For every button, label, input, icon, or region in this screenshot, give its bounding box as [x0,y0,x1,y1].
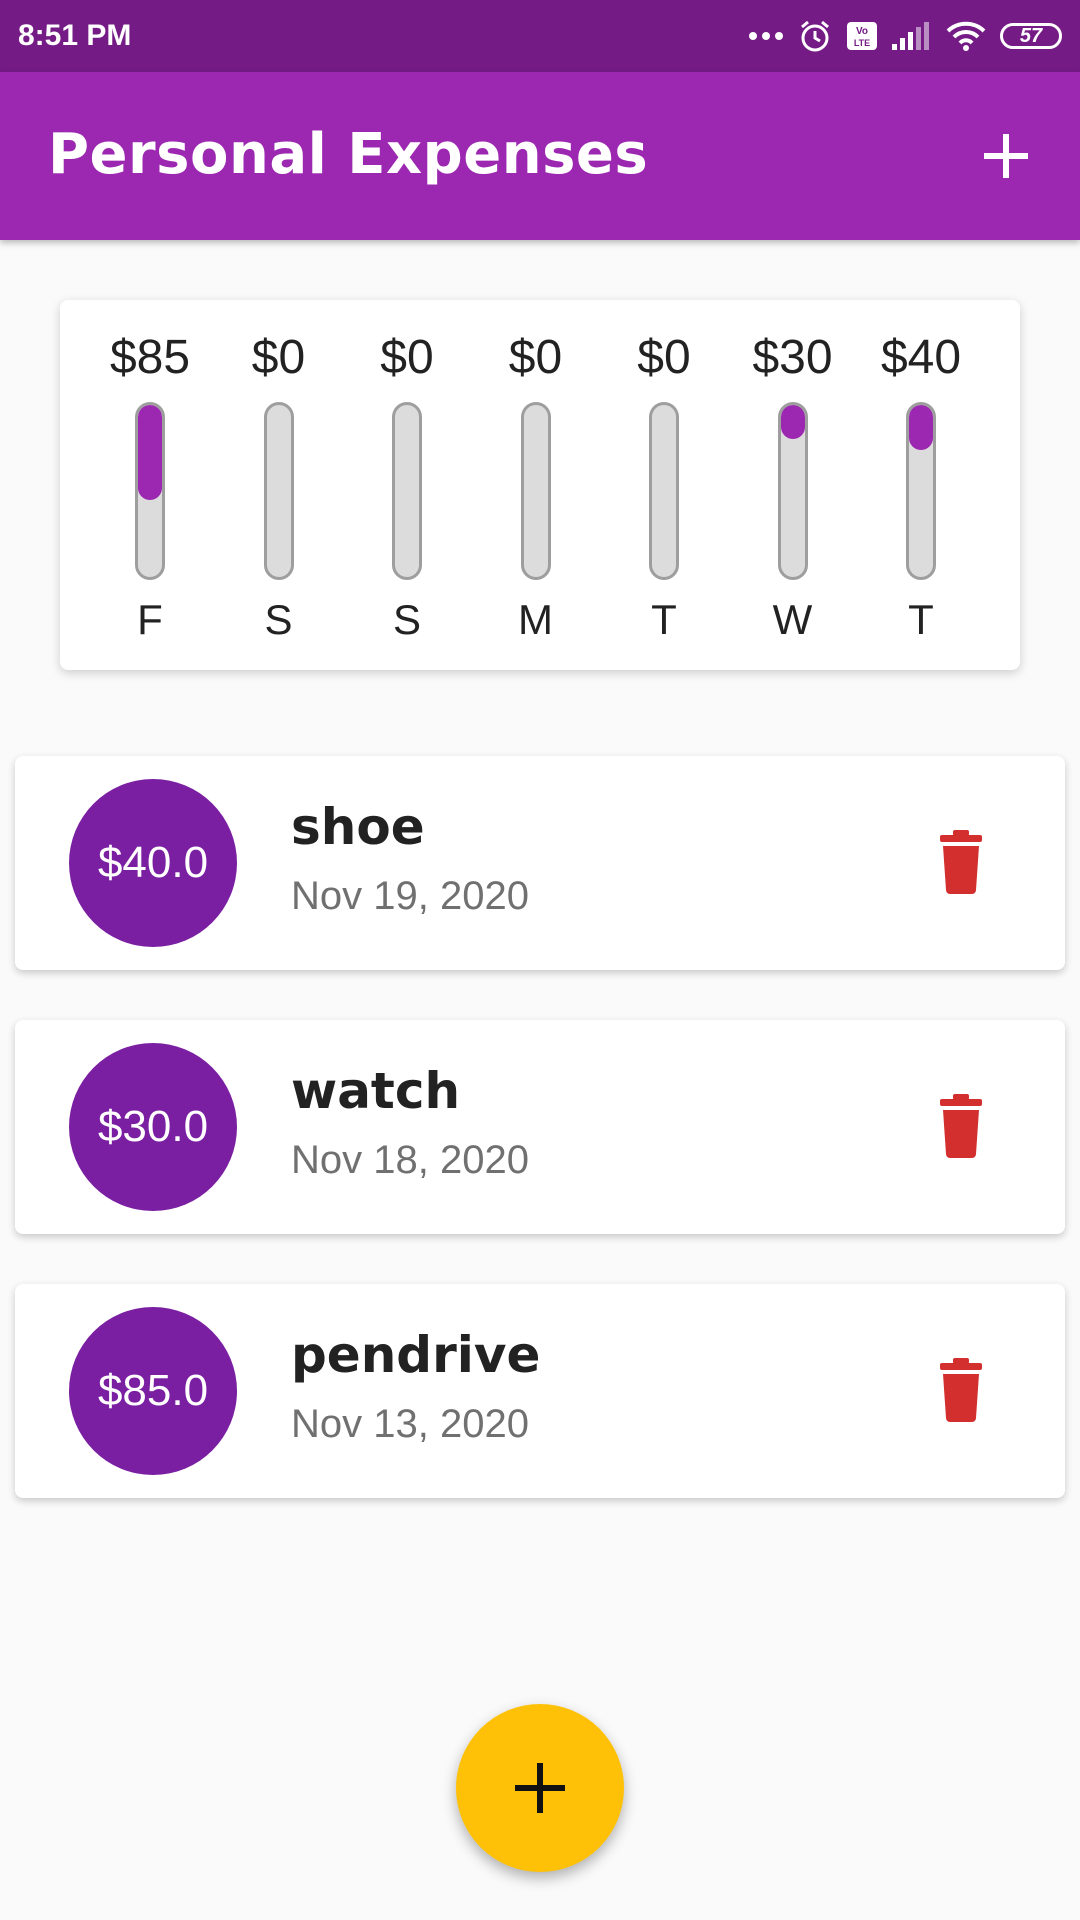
volte-icon: VoLTE [847,22,877,50]
weekly-chart: $85 F $0 S $0 S $0 M $0 T $30 W $40 T [60,300,1020,670]
trash-icon [940,830,982,894]
bar-amount-label: $0 [251,331,306,384]
bar-track [649,402,679,580]
bar-day-label: F [137,596,163,643]
chart-bar-0: $85 F [86,300,214,670]
bar-day-label: S [264,596,293,643]
more-dots-icon [749,32,783,40]
bar-amount-label: $0 [380,331,434,384]
transaction-date: Nov 19, 2020 [291,874,529,918]
bar-track [135,402,165,580]
bar-track [777,402,808,580]
svg-text:Vo: Vo [856,26,868,37]
bar-track [392,402,422,580]
transaction-card: $30.0 watch Nov 18, 2020 [15,1020,1065,1234]
bar-amount-label: $85 [109,331,191,384]
bar-amount-label: $0 [637,331,691,384]
status-time: 8:51 PM [18,19,132,52]
delete-button[interactable] [937,830,985,894]
bar-track [906,402,936,580]
add-fab-button[interactable] [456,1704,624,1872]
bar-day-label: S [392,596,421,643]
wifi-icon [946,21,986,51]
bar-amount-label: $0 [508,331,563,384]
trash-icon [940,1094,982,1158]
chart-bar-4: $0 T [600,300,728,670]
chart-bar-6: $40 T [857,300,985,670]
plus-icon [515,1763,565,1813]
trash-icon [940,1358,982,1422]
amount-avatar: $40.0 [69,779,237,947]
bar-track [263,402,294,580]
status-icons: Vo LTE 57 [748,19,1062,53]
chart-bar-3: $0 M [472,300,600,670]
transaction-card: $85.0 pendrive Nov 13, 2020 [15,1284,1065,1498]
add-transaction-button[interactable] [972,122,1040,190]
chart-bar-2: $0 S [343,300,471,670]
plus-icon [984,134,1028,178]
bar-fill [138,405,162,500]
bar-fill [780,405,805,440]
chart-bar-1: $0 S [215,300,343,670]
amount-avatar: $85.0 [69,1307,237,1475]
alarm-icon [801,20,829,52]
bar-day-label: T [908,596,934,643]
bar-amount-label: $40 [880,331,962,384]
transaction-title: watch [291,1062,461,1120]
bar-track [520,402,551,580]
bar-day-label: M [518,596,553,643]
delete-button[interactable] [937,1358,985,1422]
transaction-card: $40.0 shoe Nov 19, 2020 [15,756,1065,970]
bar-day-label: T [651,596,677,643]
amount-avatar: $30.0 [69,1043,237,1211]
app-bar: Personal Expenses [0,72,1080,240]
transaction-date: Nov 13, 2020 [291,1402,529,1446]
delete-button[interactable] [937,1094,985,1158]
status-bar: 8:51 PM Vo LTE 57 [0,0,1080,72]
bar-fill [909,405,933,450]
transaction-date: Nov 18, 2020 [291,1138,529,1182]
battery-icon: 57 [1000,23,1062,49]
svg-text:LTE: LTE [854,38,870,48]
signal-icon [892,22,929,50]
bar-day-label: W [772,596,813,643]
bar-amount-label: $30 [752,331,833,384]
page-title: Personal Expenses [48,122,649,187]
transaction-title: shoe [291,798,425,856]
transaction-title: pendrive [291,1326,541,1384]
chart-bar-5: $30 W [729,300,857,670]
